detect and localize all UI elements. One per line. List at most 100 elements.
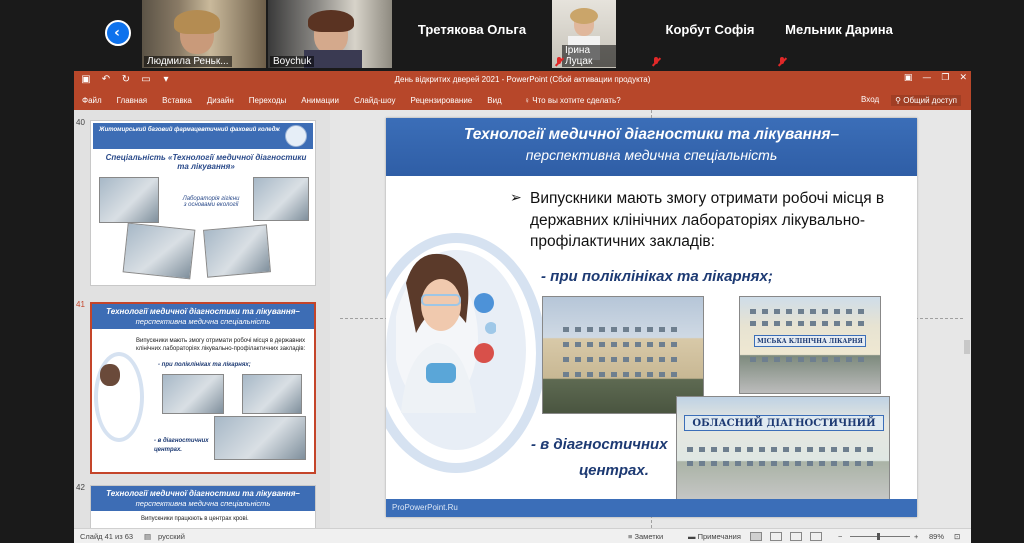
participant-name: Boychuk [270,56,315,67]
vertical-scrollbar[interactable] [963,110,971,528]
participant-tile[interactable]: Людмила Реньк... [142,0,266,68]
comments-label: Примечания [697,532,741,541]
participant-name: Мельник Дарина [785,22,893,37]
tell-me-search[interactable]: ♀ Что вы хотите сделать? [524,96,621,105]
reading-view-icon[interactable] [790,532,802,541]
slide-subpoint-2-line1[interactable]: - в діагностичних [531,436,668,453]
participant-tile[interactable]: Мельник Дарина [774,0,904,68]
spellcheck-icon[interactable]: ▤ [144,532,151,541]
hospital-photo [242,374,302,414]
restore-icon[interactable]: ❐ [941,73,949,83]
tab-review[interactable]: Рецензирование [410,96,472,105]
diagnostic-center-photo[interactable] [676,396,890,504]
slide-footer: ProPowerPoint.Ru [386,499,917,517]
thumb-title-banner: Технології медичної діагностики та лікув… [91,486,315,511]
thumb-subtitle: перспективна медична спеціальність [135,316,271,326]
signin-link[interactable]: Вход [861,95,879,106]
title-bar: ▣ ↶ ↻ ▭ ▾ День відкритих дверей 2021 - P… [74,71,971,91]
thumb-title: Технології медичної діагностики та лікув… [106,307,300,316]
arrow-bullet-icon: ➢ [510,189,522,205]
thumb-bullet: Випускники працюють в центрах крові. [141,516,249,522]
chevron-left-icon: ‹ [114,25,120,41]
close-icon[interactable]: ✕ [959,73,967,83]
tab-view[interactable]: Вид [487,96,501,105]
slide-subtitle: перспективна медична спеціальність [525,147,778,163]
comment-icon: ▬ [688,532,698,541]
zoom-slider-knob[interactable] [877,533,880,540]
thumb-lab-caption: Лабораторія гігієни з основами екології [182,196,240,208]
slide-thumbnail-pane[interactable]: 40 Житомирський базовий фармацевтичний ф… [74,110,330,528]
lightbulb-icon: ♀ [524,96,533,105]
thumb-subtitle: перспективна медична спеціальність [135,498,271,508]
tab-animations[interactable]: Анимации [301,96,339,105]
slide-sorter-icon[interactable] [770,532,782,541]
participant-tile[interactable]: Корбут Софія [648,0,772,68]
slide-bullet[interactable]: ➢ Випускники мають змогу отримати робочі… [510,188,912,253]
thumb-title-banner: Технології медичної діагностики та лікув… [92,304,314,329]
tab-file[interactable]: Файл [82,96,102,105]
tab-transitions[interactable]: Переходы [249,96,287,105]
tab-insert[interactable]: Вставка [162,96,192,105]
tab-design[interactable]: Дизайн [207,96,234,105]
participant-name: Людмила Реньк... [144,56,232,67]
slideshow-view-icon[interactable] [810,532,822,541]
comments-button[interactable]: ▬ Примечания [688,532,741,541]
clinic-sign: МІСЬКА КЛІНІЧНА ЛІКАРНЯ [754,335,866,347]
participant-name: Ірина Луцак [562,45,616,67]
minimize-icon[interactable]: — [922,73,931,83]
participant-name: Третякова Ольга [417,22,527,37]
lab-photo [253,177,309,221]
zoom-slider[interactable] [850,536,910,537]
doctor-image [396,253,496,413]
status-bar: Слайд 41 из 63 ▤ русский ≡ Заметки ▬ При… [74,528,971,543]
slide-editing-area[interactable]: Технології медичної діагностики та лікув… [340,110,963,528]
share-button[interactable]: ⚲ Общий доступ [891,95,961,106]
doctor-thumb-image [285,125,307,147]
current-slide[interactable]: Технології медичної діагностики та лікув… [386,118,917,517]
thumb-bullet: Випускники мають змогу отримати робочі м… [136,338,306,352]
doctor-thumb-image [94,352,144,442]
share-label: Общий доступ [903,96,957,105]
thumb-sub2: - в діагностичних центрах. [154,438,209,453]
participant-tile[interactable]: Boychuk [268,0,392,68]
slide-thumbnail-41[interactable]: Технології медичної діагностики та лікув… [90,302,316,474]
notes-label: Заметки [634,532,664,541]
normal-view-icon[interactable] [750,532,762,541]
lab-photo [203,224,271,278]
mic-muted-icon [554,57,564,67]
language-indicator[interactable]: русский [158,532,185,541]
diagnostic-center-sign: ОБЛАСНИЙ ДІАГНОСТИЧНИЙ [684,415,884,431]
notes-button[interactable]: ≡ Заметки [628,532,663,541]
diagnostic-center-photo [214,416,306,460]
mic-muted-icon [651,57,661,67]
window-controls: ▣ — ❐ ✕ [904,73,967,83]
slide-subpoint-1[interactable]: - при поліклініках та лікарнях; [541,268,773,285]
thumb-title: Технології медичної діагностики та лікув… [106,489,300,498]
zoom-in-icon[interactable]: + [914,532,918,541]
slide-title-banner[interactable]: Технології медичної діагностики та лікув… [386,118,917,176]
slide-thumbnail-42[interactable]: Технології медичної діагностики та лікув… [90,485,316,528]
slide-subpoint-2-line2[interactable]: центрах. [579,462,649,479]
zoom-out-icon[interactable]: − [838,532,842,541]
participant-tile[interactable]: Третякова Ольга [394,0,550,68]
slide-number: 41 [76,300,85,309]
slide-thumbnail-40[interactable]: Житомирський базовий фармацевтичний фахо… [90,120,316,286]
thumb-sub1: - при поліклініках та лікарнях; [158,362,251,368]
ribbon-tabs: Файл Главная Вставка Дизайн Переходы Ани… [74,91,971,110]
slide-number: 40 [76,118,85,127]
slide-title: Технології медичної діагностики та лікув… [463,126,840,143]
mic-muted-icon [777,57,787,67]
tab-slideshow[interactable]: Слайд-шоу [354,96,395,105]
zoom-level[interactable]: 89% [929,532,944,541]
tab-home[interactable]: Главная [117,96,147,105]
participant-name: Корбут Софія [665,22,755,37]
zoom-participant-strip: ‹ Людмила Реньк... Boychuk Третякова Оль… [0,0,1024,70]
ribbon-display-icon[interactable]: ▣ [904,73,913,83]
hospital-photo [162,374,224,414]
scrollbar-thumb[interactable] [964,340,970,354]
fit-to-window-icon[interactable]: ⊡ [954,532,960,541]
powerpoint-window: ▣ ↶ ↻ ▭ ▾ День відкритих дверей 2021 - P… [74,71,971,543]
back-button[interactable]: ‹ [105,20,131,46]
thumb-college-banner: Житомирський базовий фармацевтичний фахо… [93,123,313,149]
slide-counter: Слайд 41 из 63 [80,532,134,541]
